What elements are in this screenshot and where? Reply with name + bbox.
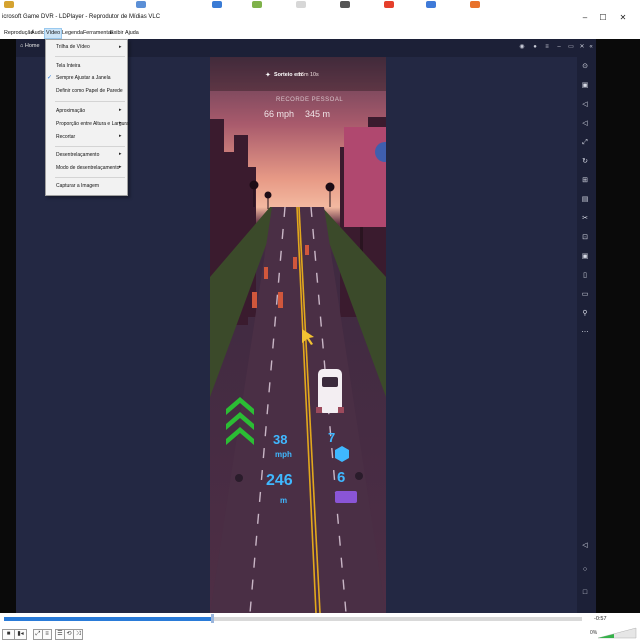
close-icon[interactable]: ✕ — [579, 44, 585, 50]
taskbar-app-icon[interactable] — [296, 1, 306, 8]
location-icon[interactable]: ▭ — [581, 291, 589, 299]
submenu-arrow-icon: ▸ — [119, 151, 122, 157]
distance-value: 246 — [266, 472, 293, 489]
menu-item-aproximacao[interactable]: Aproximação — [56, 108, 85, 114]
menu-separator — [55, 101, 125, 102]
menu-exibir[interactable]: Exibir — [109, 29, 124, 38]
submenu-arrow-icon: ▸ — [119, 164, 122, 170]
taskbar-app-icon[interactable] — [470, 1, 480, 8]
game-scene — [210, 117, 386, 613]
menu-item-proporcao[interactable]: Proporção entre Altura e Largura — [56, 121, 129, 127]
speed-unit: mph — [275, 450, 292, 459]
menu-item-sempre-ajustar[interactable]: Sempre Ajustar a Janela — [56, 75, 110, 81]
menu-item-capturar-imagem[interactable]: Capturar a Imagem — [56, 183, 99, 189]
minimize-icon[interactable]: – — [556, 44, 562, 50]
taskbar-app-icon[interactable] — [426, 1, 436, 8]
taskbar-app-icon[interactable] — [384, 1, 394, 8]
taskbar-app-icon[interactable] — [136, 1, 146, 8]
close-button[interactable]: ✕ — [616, 12, 630, 24]
seek-handle[interactable] — [211, 614, 214, 623]
timer-value: 16m 10s — [298, 72, 319, 78]
taskbar-app-icon[interactable] — [252, 1, 262, 8]
more-icon[interactable]: ⋯ — [581, 329, 589, 337]
apk-icon[interactable]: ⊞ — [581, 177, 589, 185]
record-distance: 345 m — [305, 109, 331, 119]
maximize-button[interactable]: ☐ — [596, 12, 610, 24]
shake-icon[interactable]: ▣ — [581, 253, 589, 261]
controls-bar — [0, 627, 640, 640]
home-tab-label: Home — [24, 43, 40, 49]
minimize-button[interactable]: – — [578, 12, 592, 24]
submenu-arrow-icon: ▸ — [119, 120, 122, 126]
home-icon[interactable]: ○ — [581, 566, 589, 574]
left-arrow-icon[interactable] — [235, 474, 243, 482]
distance-unit: m — [280, 496, 288, 505]
submenu-arrow-icon: ▸ — [119, 107, 122, 113]
prev-frame-icon[interactable]: ▮◂ — [14, 629, 27, 640]
record-speed: 66 mph — [264, 109, 295, 119]
menu-item-recortar[interactable]: Recortar — [56, 134, 75, 140]
window-title: icrosoft Game DVR - LDPlayer - Reproduto… — [2, 14, 161, 20]
record-icon[interactable]: ⊡ — [581, 234, 589, 242]
gamepad-icon[interactable]: ◉ — [519, 44, 525, 50]
back-icon[interactable]: ◁ — [581, 542, 589, 550]
folder-icon[interactable]: ▯ — [581, 272, 589, 280]
menu-bar: Reprodução Áudio Vídeo Legenda Ferrament… — [0, 28, 640, 39]
menu-separator — [55, 56, 125, 57]
volume-label: 0% — [590, 630, 598, 636]
volume-down-icon[interactable]: ◁ — [581, 101, 589, 109]
keyboard-icon[interactable]: ⊙ — [581, 63, 589, 71]
palm-trees — [249, 180, 335, 209]
restore-icon[interactable]: ▭ — [568, 44, 574, 50]
menu-separator — [55, 146, 125, 147]
boxes-count: 7 — [328, 430, 336, 445]
home-tab[interactable]: ⌂ Home — [20, 43, 40, 49]
right-arrow-icon[interactable] — [355, 472, 363, 480]
multi-instance-icon[interactable]: ✂ — [581, 215, 589, 223]
collapse-icon[interactable]: « — [588, 44, 594, 50]
submenu-arrow-icon: ▸ — [119, 44, 122, 50]
menu-item-papel-de-parede[interactable]: Definir como Papel de Parede — [56, 88, 123, 94]
volume-up-icon[interactable]: ▣ — [581, 82, 589, 90]
submenu-arrow-icon: ▸ — [119, 133, 122, 139]
add-icon[interactable]: ↻ — [581, 158, 589, 166]
taskbar-app-icon[interactable] — [4, 1, 14, 8]
lightning-icon: ✦ — [265, 72, 271, 79]
scissors-icon[interactable]: ▤ — [581, 196, 589, 204]
shuffle-icon[interactable]: ⤨ — [73, 629, 83, 640]
check-icon: ✓ — [47, 75, 53, 81]
sync-icon[interactable]: ⤢ — [581, 139, 589, 147]
ticket-icon — [335, 491, 357, 503]
menu-item-desentrelacamento[interactable]: Desentrelaçamento — [56, 152, 99, 158]
taskbar-app-icon[interactable] — [340, 1, 350, 8]
taskbar-app-icon[interactable] — [212, 1, 222, 8]
extended-settings-icon[interactable]: ≡ — [42, 629, 52, 640]
record-label: RECORDE PESSOAL — [276, 97, 344, 103]
more-icon[interactable]: ⚲ — [581, 310, 589, 318]
user-icon[interactable]: ● — [532, 44, 538, 50]
menu-legenda[interactable]: Legenda — [61, 29, 84, 38]
player-car — [316, 369, 344, 413]
recents-icon[interactable]: □ — [581, 589, 589, 597]
speed-value: 38 — [273, 432, 288, 447]
time-remaining[interactable]: -0:57 — [594, 616, 607, 622]
game-view[interactable] — [210, 57, 386, 613]
menu-audio[interactable]: Áudio — [30, 29, 46, 38]
tickets-count: 6 — [337, 469, 346, 486]
menu-item-modo-desentrelacamento[interactable]: Modo de desentrelaçamento — [56, 165, 119, 171]
fullscreen-icon[interactable]: ◁ — [581, 120, 589, 128]
title-bar: icrosoft Game DVR - LDPlayer - Reproduto… — [0, 9, 640, 28]
menu-ajuda[interactable]: Ajuda — [124, 29, 140, 38]
volume-slider[interactable] — [598, 627, 638, 639]
menu-item-trilha-de-video[interactable]: Trilha de Vídeo — [56, 44, 90, 50]
menu-video[interactable]: Vídeo — [43, 28, 63, 39]
menu-separator — [55, 177, 125, 178]
menu-icon[interactable]: ≡ — [544, 44, 550, 50]
seek-progress — [4, 617, 212, 621]
menu-item-tela-inteira[interactable]: Tela Inteira — [56, 63, 80, 69]
